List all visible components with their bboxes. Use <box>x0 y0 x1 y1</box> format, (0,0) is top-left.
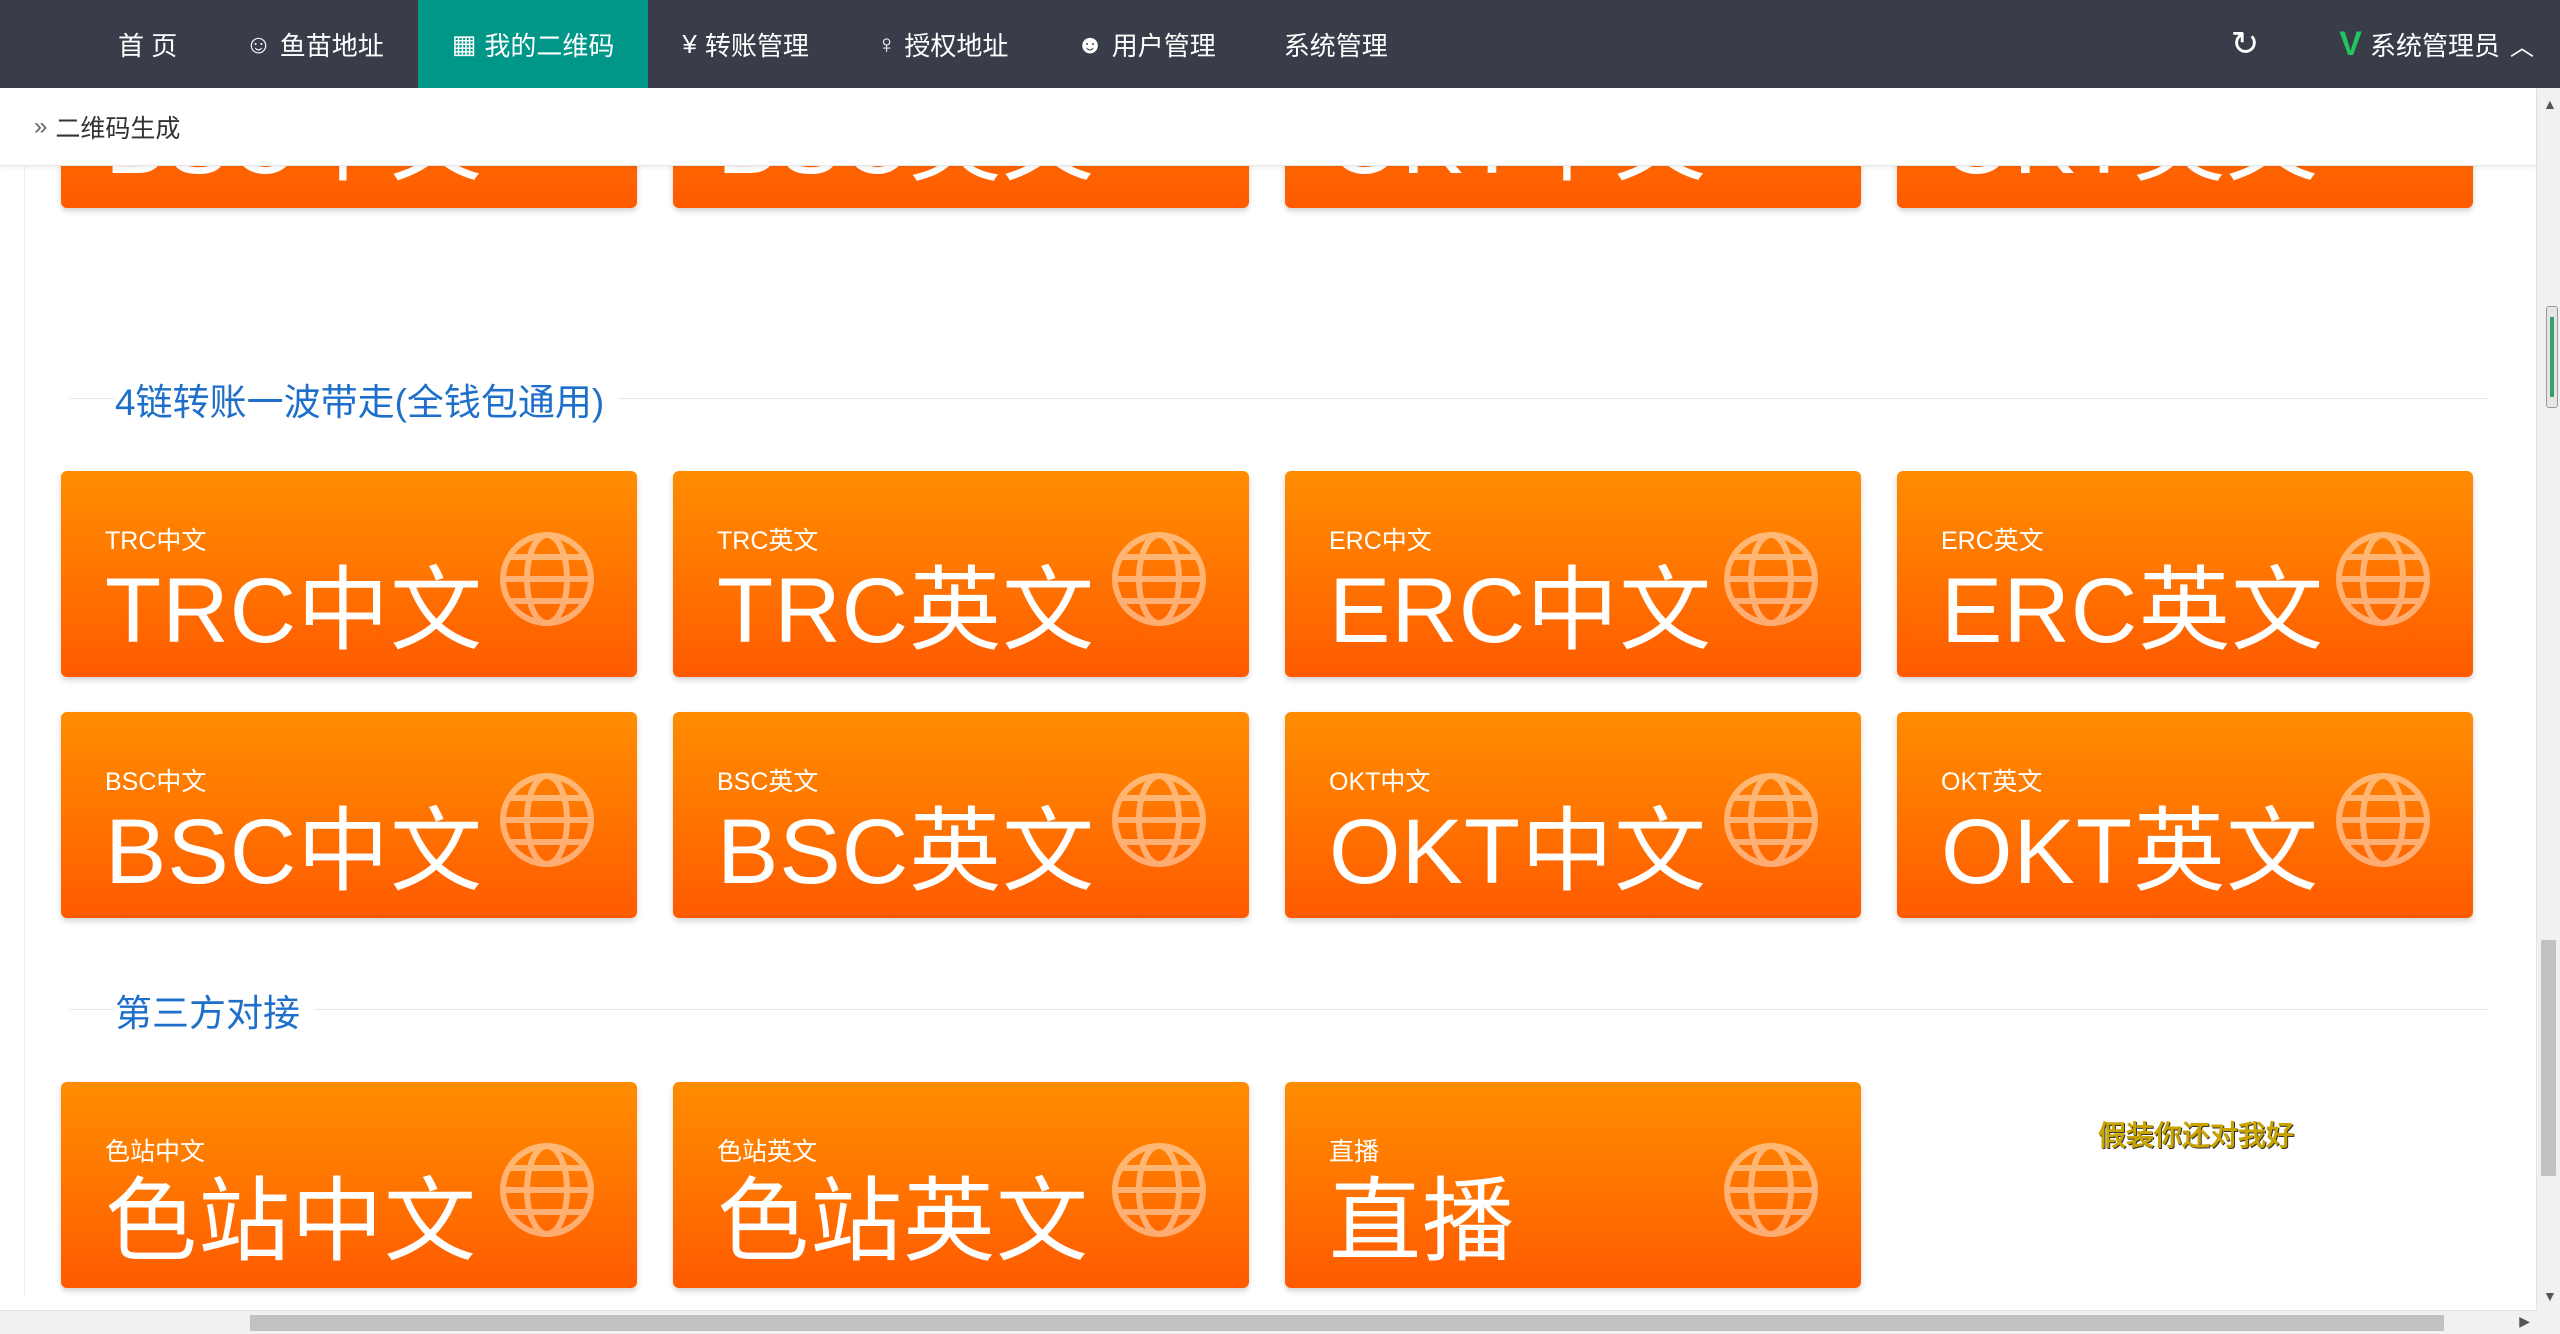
tile-caption: ERC中文 <box>1329 527 1432 555</box>
globe-icon <box>1109 770 1209 870</box>
qrcode-tile[interactable]: ERC英文 ERC英文 <box>1897 471 2473 677</box>
tile-title: OKT中文 <box>1329 801 1708 903</box>
nav-transfer-label: 转账管理 <box>704 30 809 61</box>
globe-icon <box>1109 529 1209 629</box>
user-icon: ☻ <box>1076 28 1104 59</box>
user-menu[interactable]: V 系统管理员 ︿ <box>2339 25 2534 64</box>
yen-icon: ¥ <box>682 28 697 59</box>
qrcode-tile[interactable]: TRC中文 TRC中文 <box>61 471 637 677</box>
qrcode-tile[interactable]: OKT中文OKT中文 <box>1285 166 1861 208</box>
tile-title: BSC英文 <box>717 166 1095 192</box>
nav-system-label: 系统管理 <box>1283 30 1388 61</box>
nav-home[interactable]: 首 页 <box>84 0 211 88</box>
nav-user-manage[interactable]: ☻ 用户管理 <box>1042 0 1249 88</box>
nav-user-manage-label: 用户管理 <box>1111 30 1216 61</box>
scroll-corner <box>2536 1310 2560 1334</box>
tile-title: BSC中文 <box>105 166 483 192</box>
tile-title: OKT英文 <box>1941 801 2320 903</box>
top-navbar: 首 页 ☺ 鱼苗地址 ▦ 我的二维码 ¥ 转账管理 ♀ 授权地址 ☻ 用户管理 … <box>0 0 2560 88</box>
section-divider <box>69 1009 2489 1010</box>
globe-icon <box>497 770 597 870</box>
nav-my-qrcode[interactable]: ▦ 我的二维码 <box>417 0 649 88</box>
qrcode-tile[interactable]: BSC中文 BSC中文 <box>61 712 637 918</box>
qrcode-tile[interactable]: BSC英文 BSC英文 <box>673 712 1249 918</box>
chevron-up-icon: ︿ <box>2510 33 2534 61</box>
qrcode-tile[interactable]: OKT中文 OKT中文 <box>1285 712 1861 918</box>
globe-icon <box>1721 770 1821 870</box>
refresh-icon[interactable]: ↻ <box>2231 24 2260 64</box>
globe-icon <box>2333 770 2433 870</box>
scroll-right-icon[interactable]: ▶ <box>2519 1313 2530 1330</box>
top-right: ↻ V 系统管理员 ︿ <box>2231 0 2560 88</box>
qrcode-icon: ▦ <box>451 28 477 59</box>
qrcode-tile[interactable]: BSC中文BSC中文 <box>61 166 637 208</box>
vue-logo-icon: V <box>2339 24 2362 63</box>
tile-title: ERC英文 <box>1941 560 2325 662</box>
nav-auth-address-label: 授权地址 <box>904 30 1009 61</box>
pin-icon: ♀ <box>876 28 897 59</box>
tile-title: TRC英文 <box>717 560 1096 662</box>
tile-caption: TRC中文 <box>105 527 207 555</box>
globe-icon <box>2333 529 2433 629</box>
inner-scroll-bar <box>2550 317 2554 397</box>
globe-icon <box>497 529 597 629</box>
nav-transfer[interactable]: ¥ 转账管理 <box>648 0 842 88</box>
tile-caption: 色站英文 <box>717 1138 818 1166</box>
tile-title: ERC中文 <box>1329 560 1713 662</box>
globe-icon <box>1109 1140 1209 1240</box>
horizontal-scrollbar[interactable]: ▶ <box>0 1310 2536 1334</box>
tile-caption: BSC英文 <box>717 768 819 796</box>
tile-caption: OKT中文 <box>1329 768 1431 796</box>
qrcode-tile[interactable]: 色站英文 色站英文 <box>673 1082 1249 1288</box>
tile-caption: BSC中文 <box>105 768 207 796</box>
nav-fish-address-label: 鱼苗地址 <box>279 30 384 61</box>
tile-caption: 色站中文 <box>105 1138 206 1166</box>
qrcode-tile[interactable]: ERC中文 ERC中文 <box>1285 471 1861 677</box>
scroll-down-icon[interactable]: ▼ <box>2543 1288 2557 1304</box>
tile-title: BSC英文 <box>717 801 1096 903</box>
qrcode-tile[interactable]: 直播 直播 <box>1285 1082 1861 1288</box>
main-nav: 首 页 ☺ 鱼苗地址 ▦ 我的二维码 ¥ 转账管理 ♀ 授权地址 ☻ 用户管理 … <box>84 0 1422 88</box>
inner-scroll-indicator[interactable] <box>2546 306 2558 408</box>
section-title: 4链转账一波带走(全钱包通用) <box>115 372 619 426</box>
tile-caption: OKT英文 <box>1941 768 2043 796</box>
tile-title: BSC中文 <box>105 801 484 903</box>
hscrollbar-thumb[interactable] <box>250 1315 2444 1331</box>
nav-auth-address[interactable]: ♀ 授权地址 <box>843 0 1043 88</box>
scrollbar-thumb[interactable] <box>2541 940 2556 1176</box>
smile-icon: ☺ <box>245 28 272 59</box>
note-text: 假装你还对我好 <box>2098 1120 2295 1151</box>
qrcode-tile[interactable]: 色站中文 色站中文 <box>61 1082 637 1288</box>
nav-system[interactable]: 系统管理 <box>1250 0 1422 88</box>
qrcode-tile[interactable]: OKT英文OKT英文 <box>1897 166 2473 208</box>
tile-title: 直播 <box>1329 1171 1516 1273</box>
qrcode-tile[interactable]: BSC英文BSC英文 <box>673 166 1249 208</box>
tile-caption: 直播 <box>1329 1138 1380 1166</box>
nav-home-label: 首 页 <box>118 30 178 61</box>
breadcrumb-label[interactable]: 二维码生成 <box>55 109 180 145</box>
nav-my-qrcode-label: 我的二维码 <box>484 30 615 61</box>
tile-title: 色站英文 <box>717 1171 1090 1273</box>
tile-title: 色站中文 <box>105 1171 478 1273</box>
globe-icon <box>497 1140 597 1240</box>
section-title: 第三方对接 <box>115 983 314 1037</box>
breadcrumb: » 二维码生成 <box>0 88 2536 166</box>
double-chevron-icon: » <box>34 112 48 140</box>
qrcode-tile[interactable]: OKT英文 OKT英文 <box>1897 712 2473 918</box>
tile-title: OKT英文 <box>1941 166 2319 192</box>
globe-icon <box>1721 1140 1821 1240</box>
user-name: 系统管理员 <box>2369 30 2500 61</box>
qrcode-tile[interactable]: TRC英文 TRC英文 <box>673 471 1249 677</box>
scroll-up-icon[interactable]: ▲ <box>2543 96 2557 112</box>
nav-fish-address[interactable]: ☺ 鱼苗地址 <box>211 0 418 88</box>
tile-title: OKT中文 <box>1329 166 1707 192</box>
globe-icon <box>1721 529 1821 629</box>
tile-title: TRC中文 <box>105 560 484 662</box>
vertical-scrollbar[interactable]: ▲ ▼ <box>2536 88 2560 1310</box>
tile-caption: ERC英文 <box>1941 527 2044 555</box>
tile-caption: TRC英文 <box>717 527 819 555</box>
